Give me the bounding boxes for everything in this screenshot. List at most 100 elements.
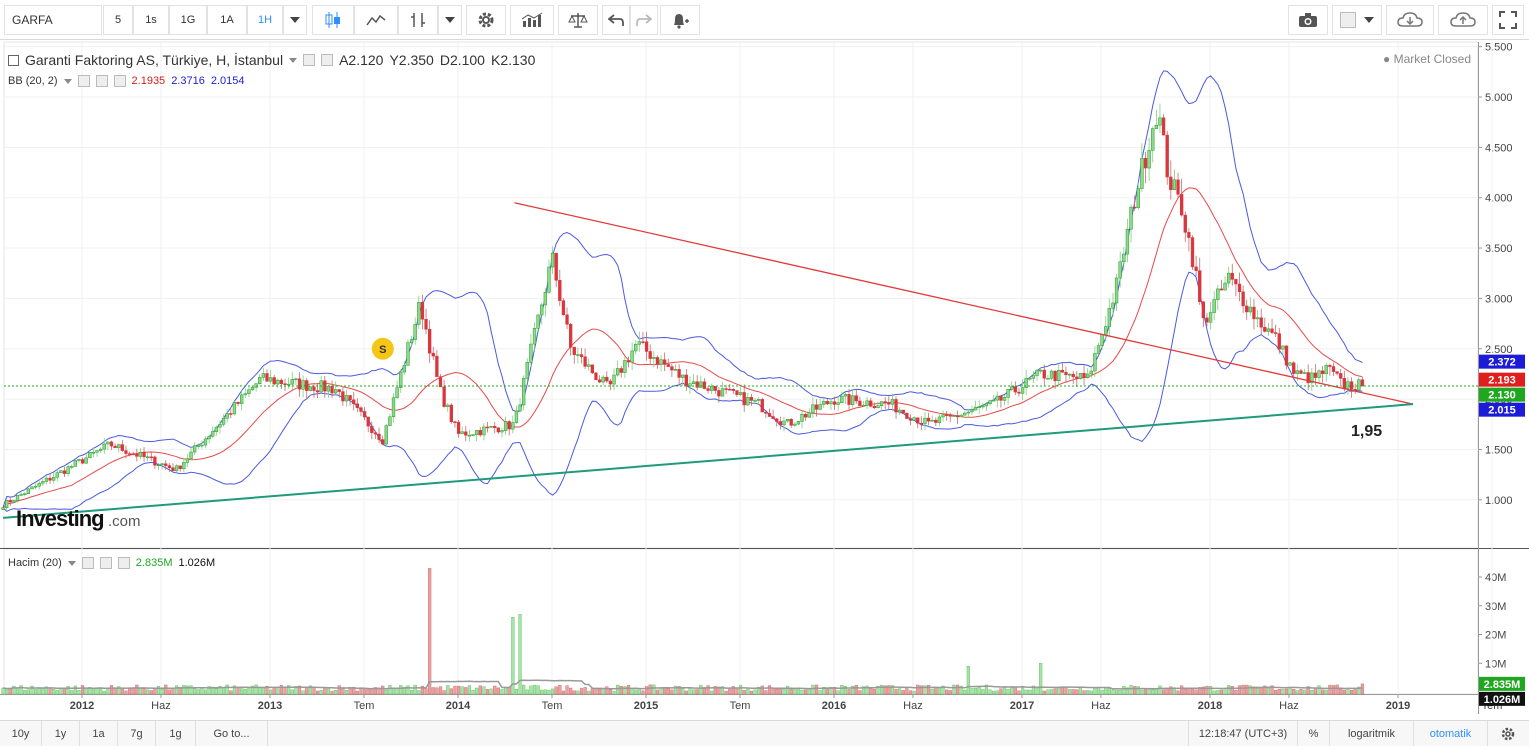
alert-button[interactable] [660,5,700,35]
candle-body [988,400,992,404]
compare-button[interactable] [558,5,598,35]
eye-icon[interactable] [77,75,90,87]
candle-body [449,404,453,422]
interval-1h[interactable]: 1H [247,5,283,35]
range-1g[interactable]: 1g [156,721,196,746]
candle-body [923,417,927,424]
close-icon[interactable] [113,75,126,87]
interval-1g[interactable]: 1G [169,5,207,35]
interval-5[interactable]: 5 [103,5,133,35]
indicators-button[interactable] [510,5,554,35]
range-1a[interactable]: 1a [80,721,118,746]
candle-body [731,389,735,391]
cloud-load-button[interactable] [1386,5,1434,35]
volume-bar [1129,685,1133,695]
bb-label[interactable]: BB (20, 2) [8,75,58,87]
chart-type-dropdown[interactable] [438,5,462,35]
volume-bar [561,690,566,695]
instrument-title[interactable]: Garanti Faktoring AS, Türkiye, H, İstanb… [25,52,283,68]
candle-body [1136,188,1140,208]
volume-bar [160,689,164,695]
candle-body [785,418,790,422]
candle-body [1187,232,1191,238]
color-picker[interactable] [1332,5,1382,35]
candle-body [5,500,9,508]
candle-body [1158,117,1162,126]
candle-body [619,368,623,373]
candle-body [977,406,981,408]
line-chart-icon [366,14,386,26]
volume-bar [334,690,338,695]
volume-bar [659,688,663,695]
volume-bar [344,689,349,695]
bottom-settings-button[interactable] [1488,721,1528,746]
candle-body [1169,176,1173,191]
candle-body [1335,371,1339,374]
percent-toggle[interactable]: % [1298,721,1330,746]
candle-body [1270,328,1274,333]
interval-1a[interactable]: 1A [207,5,247,35]
auto-toggle[interactable]: otomatik [1414,721,1488,746]
candle-body [1096,345,1101,354]
candle-body [135,453,139,457]
bell-plus-icon [674,14,689,29]
range-10y[interactable]: 10y [0,721,42,746]
candle-body [431,352,435,357]
range-7g[interactable]: 7g [118,721,156,746]
candle-body [402,364,406,373]
gear-icon[interactable] [321,54,334,66]
gear-icon[interactable] [99,557,112,569]
clock: 12:18:47 (UTC+3) [1188,721,1298,746]
goto-button[interactable]: Go to... [196,721,268,746]
redo-button[interactable] [630,5,658,35]
collapse-icon[interactable] [8,54,19,66]
interval-dropdown[interactable] [283,5,307,35]
eye-icon[interactable] [81,557,94,569]
line-type-button[interactable] [354,5,398,35]
candle-body [1035,369,1039,376]
interval-1s[interactable]: 1s [133,5,169,35]
candle-type-button[interactable] [312,5,354,35]
candle-body [525,362,529,379]
volume-bar [728,688,732,695]
symbol-input[interactable]: GARFA [4,5,102,35]
candle-body [735,390,739,395]
bb-upper-value: 2.3716 [171,75,205,87]
range-1y[interactable]: 1y [42,721,80,746]
candle-body [894,399,898,413]
candle-body [391,397,396,418]
gear-icon[interactable] [95,75,108,87]
fullscreen-button[interactable] [1492,5,1524,35]
candle-body [384,425,388,445]
candle-body [1281,345,1285,350]
volume-bar [1089,690,1093,695]
log-toggle[interactable]: logaritmik [1330,721,1414,746]
candle-body [1053,370,1057,382]
bar-type-button[interactable] [398,5,438,35]
volume-label[interactable]: Hacim (20) [8,557,62,569]
settings-button[interactable] [466,5,506,35]
eye-icon[interactable] [303,54,316,66]
candle-body [294,378,298,381]
candle-body [23,493,27,495]
candle-body [814,404,819,410]
candle-body [861,404,866,407]
candle-body [200,444,204,447]
close-icon[interactable] [117,557,130,569]
volume-bar [370,688,374,695]
price-chart[interactable]: 1.0001.5002.0002.5003.0003.5004.0004.500… [0,40,1529,720]
undo-button[interactable] [602,5,630,35]
volume-bar [428,568,432,695]
cloud-save-button[interactable] [1438,5,1488,35]
volume-bar [1122,686,1126,695]
candle-body [485,426,490,429]
volume-bar [681,688,685,695]
candle-body [1143,158,1148,169]
candle-body [478,430,482,436]
candle-body [648,351,652,359]
candle-body [359,407,363,412]
candle-body [652,357,656,359]
volume-bar [847,689,851,695]
candle-body [406,342,410,366]
snapshot-button[interactable] [1288,5,1328,35]
